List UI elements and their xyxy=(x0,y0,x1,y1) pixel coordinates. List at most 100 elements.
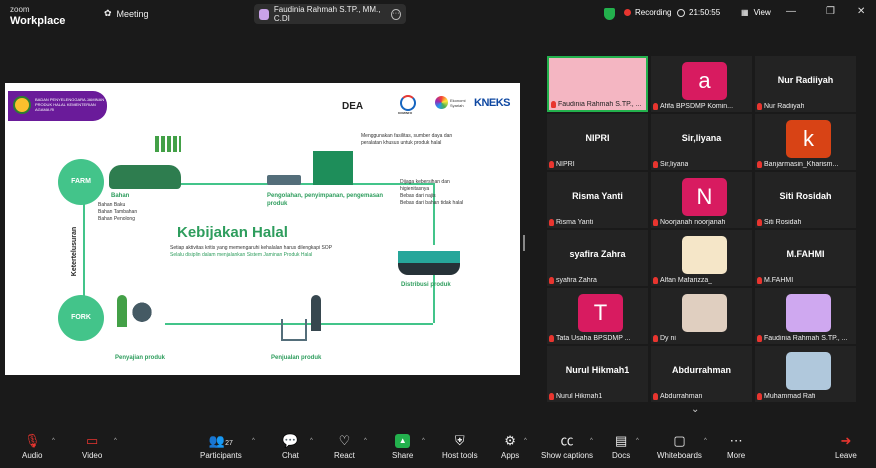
mic-muted-icon xyxy=(757,103,762,110)
participant-tile[interactable]: Abdurrahman Abdurrahman xyxy=(651,346,752,402)
participant-tile[interactable]: Muhammad Rafi xyxy=(755,346,856,402)
captions-button[interactable]: ㏄ Show captions xyxy=(541,431,593,460)
host-avatar xyxy=(259,8,269,20)
share-label: Share xyxy=(392,451,414,460)
security-shield-icon[interactable] xyxy=(604,8,615,20)
mic-muted-icon: 🎙 xyxy=(23,433,41,448)
document-icon: ▤ xyxy=(614,433,628,448)
participant-tile[interactable]: syafira Zahra syafira Zahra xyxy=(547,230,648,286)
avatar xyxy=(682,236,727,274)
active-speaker-pill[interactable]: Faudinia Rahmah S.TP., MM., C.DI ··· xyxy=(254,4,406,24)
participant-tile[interactable]: Sir,liyana Sir,liyana xyxy=(651,114,752,170)
chat-button[interactable]: 💬 Chat xyxy=(282,431,299,460)
participant-tile[interactable]: M.FAHMI M.FAHMI xyxy=(755,230,856,286)
close-button[interactable]: ✕ xyxy=(857,6,865,17)
audio-options-chevron-icon[interactable]: ^ xyxy=(52,438,55,444)
participants-options-chevron-icon[interactable]: ^ xyxy=(252,438,255,444)
meeting-menu[interactable]: ✿ Meeting xyxy=(104,8,149,19)
share-options-chevron-icon[interactable]: ^ xyxy=(422,438,425,444)
video-options-chevron-icon[interactable]: ^ xyxy=(114,438,117,444)
participant-caption: M.FAHMI xyxy=(757,277,793,284)
active-speaker-tile[interactable]: Faudinia Rahmah S.TP., ... xyxy=(547,56,648,112)
participant-caption-text: Afifa BPSDMP Komin... xyxy=(660,103,734,110)
meeting-icon: ✿ xyxy=(104,8,112,18)
participant-name: syafira Zahra xyxy=(569,249,626,259)
share-button[interactable]: ▲ Share xyxy=(392,431,413,460)
host-tools-button[interactable]: ⛨ Host tools xyxy=(442,431,478,460)
meeting-toolbar: 🎙 Audio ^ ▭ Video ^ 👥27 Participants ^ 💬… xyxy=(0,428,876,468)
participant-name: M.FAHMI xyxy=(786,249,825,259)
docs-button[interactable]: ▤ Docs xyxy=(612,431,630,460)
kebijakan-list: Setiap aktivitas kritis yang memengaruhi… xyxy=(170,245,340,259)
minimize-button[interactable]: — xyxy=(786,6,796,17)
mic-muted-icon xyxy=(549,277,554,284)
whiteboards-button[interactable]: ▢ Whiteboards xyxy=(657,431,702,460)
participant-tile[interactable]: Risma Yanti Risma Yanti xyxy=(547,172,648,228)
more-button[interactable]: ⋯ More xyxy=(727,431,745,460)
penjualan-label: Penjualan produk xyxy=(271,355,322,361)
participant-caption: Faudinia Rahmah S.TP., ... xyxy=(757,335,848,342)
dijaga-item: Dijaga kebersihan dan higienitasnya xyxy=(400,179,450,192)
participant-tile[interactable]: a Afifa BPSDMP Komin... xyxy=(651,56,752,112)
react-button[interactable]: ♡ React xyxy=(334,431,355,460)
participant-caption-text: Banjarmasin_Kharism... xyxy=(764,161,839,168)
captions-options-chevron-icon[interactable]: ^ xyxy=(590,438,593,444)
mic-muted-icon xyxy=(653,219,658,226)
participant-caption: Afifa BPSDMP Komin... xyxy=(653,103,733,110)
chat-label: Chat xyxy=(282,451,299,460)
participant-tile[interactable]: Nur Radiiyah Nur Radiiyah xyxy=(755,56,856,112)
participant-tile[interactable]: Faudinia Rahmah S.TP., ... xyxy=(755,288,856,344)
participant-name: Nurul Hikmah1 xyxy=(565,365,630,375)
participants-icon: 👥27 xyxy=(208,433,233,448)
kebijakan-halal-title: Kebijakan Halal xyxy=(177,224,288,241)
mic-muted-icon xyxy=(653,393,658,400)
participant-tile[interactable]: Siti Rosidah Siti Rosidah xyxy=(755,172,856,228)
dijaga-list: Dijaga kebersihan dan higienitasnya Beba… xyxy=(400,179,472,207)
mic-muted-icon xyxy=(549,219,554,226)
react-options-chevron-icon[interactable]: ^ xyxy=(364,438,367,444)
audio-button[interactable]: 🎙 Audio xyxy=(22,431,42,460)
view-menu[interactable]: ▦ View xyxy=(741,8,771,17)
recording-indicator[interactable]: Recording xyxy=(624,8,671,17)
participant-tile[interactable]: T Tata Usaha BPSDMP ... xyxy=(547,288,648,344)
apps-button[interactable]: ⚙ Apps xyxy=(501,431,519,460)
chat-options-chevron-icon[interactable]: ^ xyxy=(310,438,313,444)
docs-options-chevron-icon[interactable]: ^ xyxy=(636,438,639,444)
participant-caption-text: Noorjanah noorjanah xyxy=(660,219,726,226)
apps-options-chevron-icon[interactable]: ^ xyxy=(524,438,527,444)
participant-tile[interactable]: Dy ni xyxy=(651,288,752,344)
cargo-ship-icon xyxy=(398,245,460,275)
leave-button[interactable]: ➜ Leave xyxy=(835,431,857,460)
splitter-handle[interactable] xyxy=(523,235,525,251)
bahan-title: Bahan xyxy=(111,193,130,199)
forklift-icon xyxy=(267,175,301,185)
participant-tile[interactable]: Nurul Hikmah1 Nurul Hikmah1 xyxy=(547,346,648,402)
bpjph-banner: BADAN PENYELENGGARA JAMINAN PRODUK HALAL… xyxy=(8,91,107,121)
whiteboards-options-chevron-icon[interactable]: ^ xyxy=(704,438,707,444)
bahan-item: Bahan Tambahan xyxy=(98,209,138,215)
participant-tile[interactable]: N Noorjanah noorjanah xyxy=(651,172,752,228)
whiteboards-label: Whiteboards xyxy=(657,451,702,460)
participant-caption: Banjarmasin_Kharism... xyxy=(757,161,838,168)
participant-tile[interactable]: Alfan Mafarizza_ xyxy=(651,230,752,286)
restore-button[interactable]: ❐ xyxy=(826,6,835,17)
dijaga-item: Bebas dari bahan tidak halal xyxy=(400,200,464,206)
participant-caption: Faudinia Rahmah S.TP., ... xyxy=(551,101,642,108)
participant-caption-text: Alfan Mafarizza_ xyxy=(660,277,713,284)
video-button[interactable]: ▭ Video xyxy=(82,431,102,460)
participant-name: Nur Radiiyah xyxy=(777,75,834,85)
participants-button[interactable]: 👥27 Participants xyxy=(200,431,242,460)
docs-label: Docs xyxy=(612,451,631,460)
collapse-gallery-chevron-icon[interactable]: ⌄ xyxy=(691,404,699,415)
cc-icon: ㏄ xyxy=(560,433,574,448)
mic-muted-icon xyxy=(653,103,658,110)
bahan-list: Bahan Baku Bahan Tambahan Bahan Penolong xyxy=(98,202,137,223)
chat-icon: 💬 xyxy=(282,433,299,448)
bahan-item: Bahan Penolong xyxy=(98,216,135,222)
captions-label: Show captions xyxy=(541,451,594,460)
kebijakan-item: Selalu disiplin dalam menjalankan Sistem… xyxy=(170,252,313,258)
participant-tile[interactable]: k Banjarmasin_Kharism... xyxy=(755,114,856,170)
participant-tile[interactable]: NIPRI NIPRI xyxy=(547,114,648,170)
avatar xyxy=(786,352,831,390)
more-options-icon[interactable]: ··· xyxy=(390,8,401,20)
